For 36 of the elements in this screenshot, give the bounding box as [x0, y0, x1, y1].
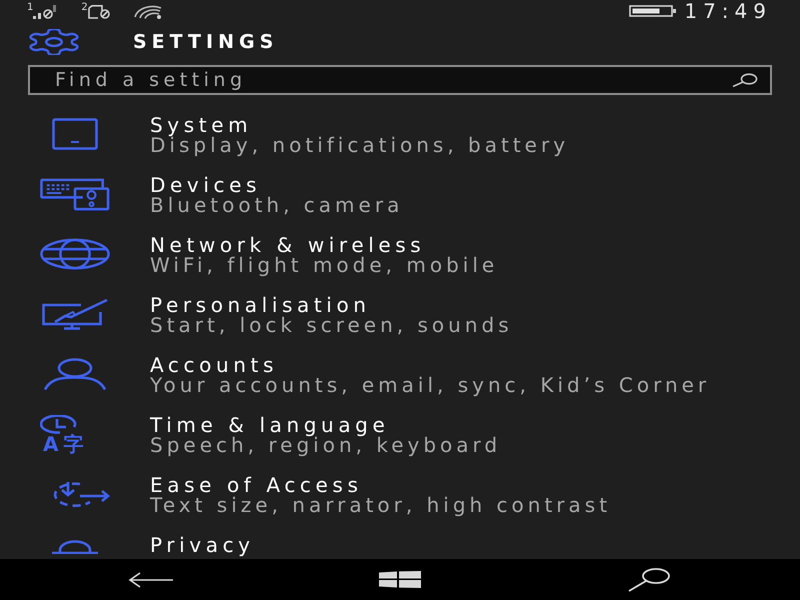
search-field[interactable]: Find a setting — [28, 65, 772, 95]
search-icon — [732, 73, 758, 87]
keyboard-speaker-icon — [40, 178, 110, 210]
globe-icon — [40, 238, 110, 270]
category-title[interactable]: Accounts — [150, 355, 710, 375]
category-title[interactable]: Privacy — [150, 535, 255, 555]
category-title[interactable]: Devices — [150, 175, 404, 195]
sim-card-icon — [88, 5, 112, 19]
windows-logo-icon — [379, 571, 421, 588]
category-title[interactable]: Network & wireless — [150, 235, 498, 255]
wifi-icon — [134, 5, 164, 19]
category-title[interactable]: Time & language — [150, 415, 502, 435]
monitor-brush-icon — [41, 298, 109, 330]
clock-time: 17:49 — [684, 1, 772, 21]
battery-icon — [629, 5, 676, 17]
back-arrow-icon — [128, 572, 174, 588]
category-description: Speech, region, keyboard — [150, 435, 502, 455]
language-glyph: A字 — [42, 434, 88, 454]
category-description: Display, notifications, battery — [150, 135, 570, 155]
person-icon — [43, 358, 107, 390]
page-title: SETTINGS — [133, 30, 278, 54]
category-title[interactable]: Personalisation — [150, 295, 513, 315]
category-description: Your accounts, email, sync, Kid’s Corner — [150, 375, 710, 395]
settings-icon — [28, 29, 80, 55]
tablet-icon — [52, 118, 98, 150]
category-description: Start, lock screen, sounds — [150, 315, 513, 335]
sim-label: 2 — [81, 3, 88, 13]
search-icon — [628, 568, 672, 592]
clock-icon — [40, 414, 78, 434]
category-description: WiFi, flight mode, mobile — [150, 255, 498, 275]
sim-label: 1 — [27, 3, 34, 13]
category-title[interactable]: System — [150, 115, 570, 135]
category-title[interactable]: Ease of Access — [150, 475, 612, 495]
category-description: Bluetooth, camera — [150, 195, 404, 215]
category-description: Text size, narrator, high contrast — [150, 495, 612, 515]
arch-icon — [50, 540, 100, 554]
